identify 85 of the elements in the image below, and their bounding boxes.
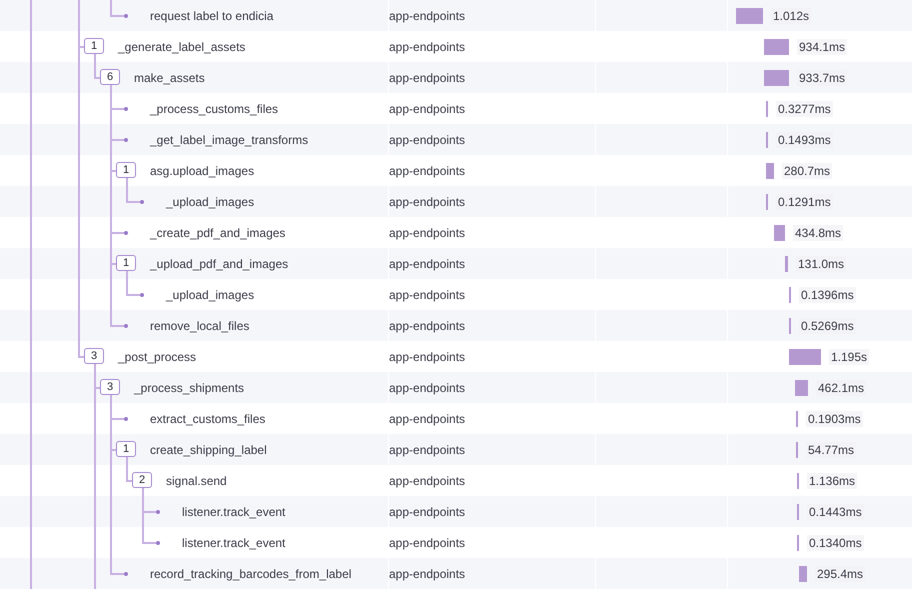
- service-name: app-endpoints: [389, 412, 466, 426]
- leaf-dot-icon: [124, 324, 128, 328]
- span-name: make_assets: [134, 70, 205, 84]
- service-name: app-endpoints: [389, 70, 466, 84]
- service-name: app-endpoints: [389, 474, 466, 488]
- span-name: _get_label_image_transforms: [150, 132, 308, 146]
- span-name: signal.send: [166, 474, 227, 488]
- service-name: app-endpoints: [389, 504, 466, 518]
- child-count-badge[interactable]: 1: [84, 38, 104, 54]
- service-name: app-endpoints: [389, 380, 466, 394]
- span-name: _post_process: [118, 350, 196, 364]
- leaf-dot-icon: [140, 293, 144, 297]
- timeline-bar: [797, 473, 799, 489]
- duration-label: 0.1396ms: [799, 287, 856, 303]
- leaf-dot-icon: [124, 417, 128, 421]
- span-name: _create_pdf_and_images: [150, 226, 286, 240]
- timeline-bar: [766, 163, 774, 179]
- child-count-badge[interactable]: 1: [116, 162, 136, 178]
- timeline-bar: [789, 318, 791, 334]
- leaf-dot-icon: [124, 14, 128, 18]
- service-name: app-endpoints: [389, 442, 466, 456]
- span-name: _upload_images: [166, 288, 254, 302]
- service-name: app-endpoints: [389, 350, 466, 364]
- timeline-bar: [766, 101, 768, 117]
- service-name: app-endpoints: [389, 256, 466, 270]
- leaf-dot-icon: [124, 572, 128, 576]
- timeline-bar: [796, 411, 798, 427]
- duration-label: 434.8ms: [793, 225, 844, 241]
- duration-label: 1.136ms: [807, 473, 858, 489]
- leaf-dot-icon: [124, 138, 128, 142]
- leaf-dot-icon: [140, 200, 144, 204]
- service-name: app-endpoints: [389, 194, 466, 208]
- service-name: app-endpoints: [389, 226, 466, 240]
- child-count-badge[interactable]: 6: [100, 69, 120, 85]
- timeline-bar: [785, 256, 788, 272]
- service-name: app-endpoints: [389, 566, 466, 580]
- span-name: _generate_label_assets: [118, 40, 246, 54]
- service-name: app-endpoints: [389, 8, 466, 22]
- child-count-badge[interactable]: 3: [100, 379, 120, 395]
- timeline-bar: [764, 70, 789, 86]
- service-name: app-endpoints: [389, 40, 466, 54]
- child-count-badge[interactable]: 1: [116, 441, 136, 457]
- span-name: listener.track_event: [182, 504, 286, 518]
- service-name: app-endpoints: [389, 132, 466, 146]
- service-name: app-endpoints: [389, 102, 466, 116]
- span-name: _upload_images: [166, 194, 254, 208]
- duration-label: 0.1340ms: [807, 535, 864, 551]
- timeline-bar: [766, 132, 768, 148]
- span-name: _process_customs_files: [150, 102, 278, 116]
- span-name: extract_customs_files: [150, 412, 266, 426]
- duration-label: 934.1ms: [797, 39, 848, 55]
- service-name: app-endpoints: [389, 318, 466, 332]
- timeline-bar: [799, 566, 807, 582]
- span-name: request label to endicia: [150, 8, 274, 22]
- leaf-dot-icon: [156, 510, 160, 514]
- span-name: remove_local_files: [150, 318, 250, 332]
- span-name: asg.upload_images: [150, 164, 254, 178]
- leaf-dot-icon: [124, 107, 128, 111]
- service-name: app-endpoints: [389, 164, 466, 178]
- timeline-bar: [796, 442, 798, 458]
- timeline-bar: [789, 287, 791, 303]
- timeline-bar: [795, 380, 808, 396]
- timeline-bar: [789, 349, 821, 365]
- duration-label: 280.7ms: [782, 163, 832, 179]
- duration-label: 0.1903ms: [806, 411, 863, 427]
- span-name: listener.track_event: [182, 536, 286, 550]
- timeline-bar: [774, 225, 785, 241]
- service-name: app-endpoints: [389, 288, 466, 302]
- span-name: _process_shipments: [134, 380, 244, 394]
- duration-label: 0.3277ms: [776, 101, 833, 117]
- child-count-badge[interactable]: 2: [132, 472, 152, 488]
- timeline-bar: [764, 39, 789, 55]
- duration-label: 1.195s: [829, 349, 870, 365]
- child-count-badge[interactable]: 1: [116, 255, 136, 271]
- timeline-bar: [766, 194, 768, 210]
- span-name: create_shipping_label: [150, 442, 267, 456]
- timeline-bar: [797, 535, 799, 551]
- timeline-bar: [736, 8, 763, 24]
- span-name: _upload_pdf_and_images: [150, 256, 288, 270]
- child-count-badge[interactable]: 3: [84, 348, 104, 364]
- service-name: app-endpoints: [389, 536, 466, 550]
- leaf-dot-icon: [124, 231, 128, 235]
- timeline-bar: [797, 504, 799, 520]
- leaf-dot-icon: [156, 541, 160, 545]
- span-name: record_tracking_barcodes_from_label: [150, 566, 352, 580]
